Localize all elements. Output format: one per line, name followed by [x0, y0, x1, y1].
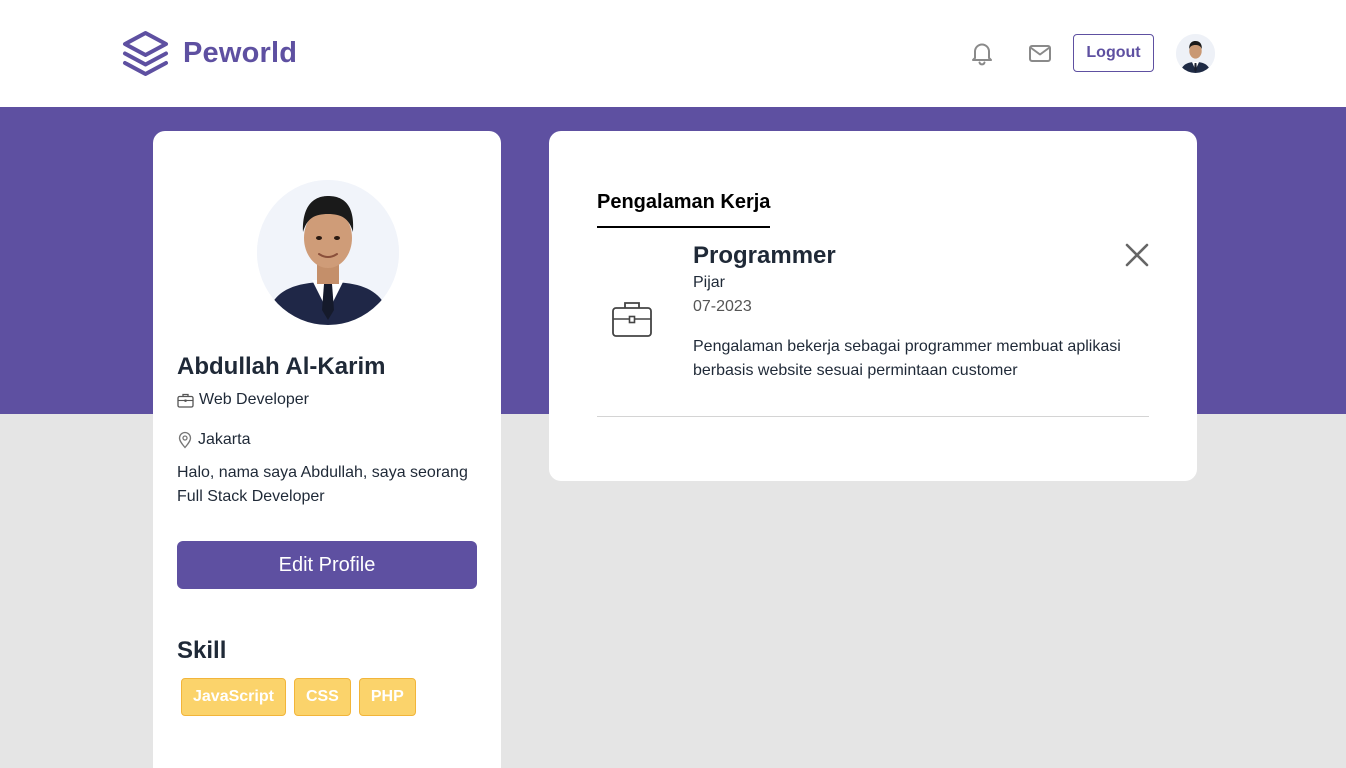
profile-bio: Halo, nama saya Abdullah, saya seorang F…: [177, 464, 468, 505]
logo-icon: [123, 31, 168, 76]
logo[interactable]: Peworld: [122, 30, 297, 76]
divider: [597, 416, 1149, 417]
navbar: Peworld Logout: [0, 0, 1346, 107]
profile-location: Jakarta: [177, 431, 250, 449]
user-avatar[interactable]: [1176, 34, 1215, 73]
profile-name: Abdullah Al-Karim: [177, 353, 386, 380]
profile-photo: [257, 180, 399, 325]
bell-icon[interactable]: [969, 40, 995, 66]
skill-title: Skill: [177, 637, 227, 664]
skill-badge: PHP: [358, 678, 416, 716]
skill-badge: JavaScript: [181, 678, 286, 716]
skill-badge: CSS: [293, 678, 351, 716]
profile-job: Web Developer: [177, 391, 309, 409]
experience-position: Programmer: [693, 242, 836, 269]
experience-card: Pengalaman Kerja Programmer Pijar 07-202…: [549, 131, 1197, 481]
map-pin-icon: [178, 431, 192, 449]
experience-date: 07-2023: [693, 298, 752, 315]
skill-list: JavaScript CSS PHP: [181, 678, 416, 716]
briefcase-icon: [611, 299, 653, 344]
experience-company: Pijar: [693, 274, 726, 291]
briefcase-icon: [177, 393, 194, 408]
profile-card: Abdullah Al-Karim Web Developer Jakarta …: [153, 131, 501, 768]
edit-profile-button[interactable]: Edit Profile: [177, 541, 477, 589]
close-icon[interactable]: [1123, 241, 1151, 269]
brand-name: Peworld: [183, 36, 298, 69]
logout-button[interactable]: Logout: [1073, 34, 1154, 72]
profile-job-label: Web Developer: [199, 391, 309, 408]
mail-icon[interactable]: [1027, 40, 1053, 66]
profile-location-label: Jakarta: [198, 431, 251, 448]
tab-pengalaman-kerja[interactable]: Pengalaman Kerja: [597, 191, 771, 228]
experience-description: Pengalaman bekerja sebagai programmer me…: [693, 338, 1121, 379]
